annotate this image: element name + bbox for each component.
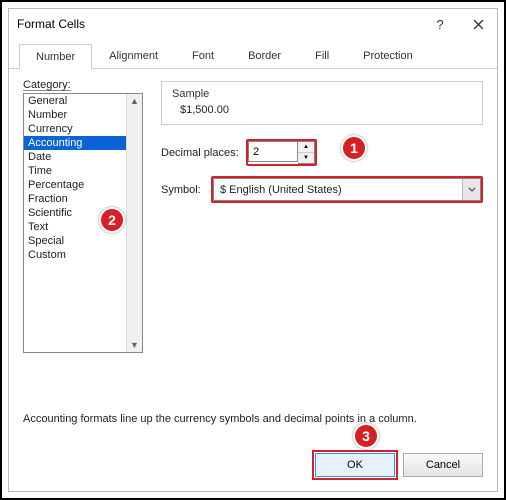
- titlebar: Format Cells ?: [9, 9, 497, 39]
- window-title: Format Cells: [17, 17, 85, 31]
- decimal-places-label: Decimal places:: [161, 147, 246, 159]
- list-item[interactable]: Number: [24, 108, 126, 122]
- annotation-1: 1: [341, 135, 367, 161]
- scrollbar[interactable]: ▲ ▼: [126, 94, 142, 352]
- symbol-row: Symbol: $ English (United States): [161, 176, 483, 203]
- list-item[interactable]: Date: [24, 150, 126, 164]
- dialog-buttons: OK Cancel: [315, 453, 483, 477]
- list-item[interactable]: Fraction: [24, 192, 126, 206]
- number-panel: Category: GeneralNumberCurrencyAccountin…: [9, 69, 497, 491]
- chevron-down-icon[interactable]: ▼: [130, 338, 139, 352]
- list-item[interactable]: Percentage: [24, 178, 126, 192]
- sample-label: Sample: [172, 88, 472, 100]
- tab-strip: Number Alignment Font Border Fill Protec…: [9, 39, 497, 69]
- tab-alignment[interactable]: Alignment: [92, 43, 175, 68]
- category-column: Category: GeneralNumberCurrencyAccountin…: [23, 79, 143, 353]
- format-hint: Accounting formats line up the currency …: [23, 413, 417, 425]
- symbol-value: $ English (United States): [220, 184, 342, 196]
- chevron-up-icon[interactable]: ▲: [130, 94, 139, 108]
- tab-protection[interactable]: Protection: [346, 43, 430, 68]
- right-column: Sample $1,500.00 Decimal places: ▲ ▼ 1: [143, 79, 483, 353]
- tab-font[interactable]: Font: [175, 43, 231, 68]
- annotation-3: 3: [353, 423, 379, 449]
- tab-number[interactable]: Number: [19, 44, 92, 69]
- decimal-places-spinner: ▲ ▼: [246, 139, 317, 166]
- sample-box: Sample $1,500.00: [161, 81, 483, 125]
- chevron-down-icon[interactable]: [462, 179, 480, 200]
- spinner-down-button[interactable]: ▼: [298, 153, 314, 164]
- decimal-places-row: Decimal places: ▲ ▼ 1: [161, 139, 483, 166]
- tab-border[interactable]: Border: [231, 43, 298, 68]
- decimal-places-input[interactable]: [248, 141, 298, 162]
- help-button[interactable]: ?: [421, 9, 459, 39]
- list-item[interactable]: Currency: [24, 122, 126, 136]
- category-listbox[interactable]: GeneralNumberCurrencyAccountingDateTimeP…: [23, 93, 143, 353]
- symbol-label: Symbol:: [161, 184, 211, 196]
- list-item[interactable]: General: [24, 94, 126, 108]
- symbol-select[interactable]: $ English (United States): [213, 178, 481, 201]
- list-item[interactable]: Special: [24, 234, 126, 248]
- list-item[interactable]: Scientific: [24, 206, 126, 220]
- list-item[interactable]: Text: [24, 220, 126, 234]
- list-item[interactable]: Time: [24, 164, 126, 178]
- category-label: Category:: [23, 79, 143, 91]
- close-button[interactable]: [459, 9, 497, 39]
- tab-fill[interactable]: Fill: [298, 43, 346, 68]
- cancel-button[interactable]: Cancel: [403, 453, 483, 477]
- list-item[interactable]: Accounting: [24, 136, 126, 150]
- ok-button[interactable]: OK: [315, 453, 395, 477]
- spinner-up-button[interactable]: ▲: [298, 142, 314, 153]
- list-item[interactable]: Custom: [24, 248, 126, 262]
- format-cells-dialog: Format Cells ? Number Alignment Font Bor…: [8, 8, 498, 492]
- sample-value: $1,500.00: [172, 100, 472, 116]
